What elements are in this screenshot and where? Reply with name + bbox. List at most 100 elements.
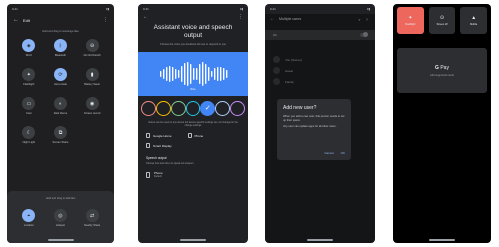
tile-label: Location	[23, 224, 34, 227]
status-time: 9:41	[12, 7, 18, 11]
tile-wi-fi[interactable]: ◈ Wi-Fi	[13, 39, 45, 57]
status-icons: ▾▮	[105, 7, 109, 11]
tile-label: Nearby Share	[84, 224, 101, 227]
waveform-bar	[199, 63, 201, 84]
more-options-icon[interactable]: ⋮	[103, 17, 108, 23]
device-phone[interactable]: Phone	[187, 133, 203, 139]
qs-tile-flashlight[interactable]: ✦ Flashlight	[397, 7, 424, 34]
waveform-bar	[211, 70, 213, 77]
device-list: Google Home Phone	[138, 133, 248, 139]
more-options-icon[interactable]: ⋮	[238, 14, 243, 22]
tile-label: Screen off	[436, 23, 448, 26]
tile-hotspot[interactable]: ◎ Hotspot	[45, 209, 77, 227]
color-swatch[interactable]	[185, 100, 201, 116]
screen-off-icon: ⊙	[439, 15, 445, 21]
tile-label: Cast	[26, 112, 32, 115]
tile-bluetooth[interactable]: ᛒ Bluetooth	[45, 39, 77, 57]
tile-flashlight[interactable]: ✦ Flashlight	[13, 68, 45, 86]
tile-screen-share[interactable]: ⧉ Screen Share	[45, 126, 77, 144]
voice-waveform-icon	[160, 61, 228, 86]
assistant-voice-screen: 9:41 ▾▮ ← ⋮ Assistant voice and speech o…	[138, 4, 248, 243]
voice-preview-panel[interactable]: Blue	[138, 51, 248, 96]
status-icons: ▾▮	[239, 7, 243, 11]
tile-auto-rotate[interactable]: ⟳ Auto-rotate	[45, 68, 77, 86]
tile-label: Screen Share	[52, 141, 69, 144]
color-swatch-selected[interactable]: ✓	[200, 100, 216, 116]
hotspot-icon: ◎	[53, 209, 67, 222]
gesture-nav-bar[interactable]	[307, 239, 333, 241]
waveform-bar	[172, 66, 174, 81]
page-title: Assistant voice and speech output	[153, 24, 233, 39]
google-pay-logo: G Pay	[435, 64, 449, 71]
flashlight-icon: ✦	[408, 15, 413, 21]
tile-label: Wi-Fi	[25, 54, 32, 57]
phone-icon	[187, 133, 192, 139]
quick-settings-edit-screen: 9:41 ▾▮ ← Edit ⋮ Hold and drag to rearra…	[7, 4, 114, 243]
device-google-home[interactable]: Google Home	[146, 133, 172, 139]
color-swatch[interactable]	[141, 100, 156, 116]
ok-button[interactable]: OK	[341, 151, 345, 155]
waveform-bar	[223, 67, 225, 80]
waveform-bar	[226, 69, 228, 78]
tile-screen-record[interactable]: ◉ Screen record	[76, 97, 108, 115]
waveform-bar	[193, 67, 195, 80]
back-arrow-icon[interactable]: ←	[143, 14, 148, 22]
waveform-bar	[163, 68, 165, 79]
cancel-button[interactable]: Cancel	[324, 151, 333, 155]
tile-nearby-share[interactable]: ⇄ Nearby Share	[76, 209, 108, 227]
tile-do-not-disturb[interactable]: ⊖ Do Not Disturb	[76, 39, 108, 57]
add-tiles-hint: Hold and drag to add tiles	[45, 197, 76, 200]
tile-label: Flashlight	[405, 23, 416, 26]
speech-output-heading: Speech output	[146, 156, 167, 161]
tile-label: Auto-rotate	[54, 83, 67, 86]
speaker-icon	[146, 133, 150, 139]
battery-icon: ▮	[85, 68, 99, 81]
waveform-bar	[208, 66, 210, 81]
page-title: Edit	[23, 17, 30, 23]
dialog-body-1: When you add a new user, that person nee…	[283, 115, 345, 122]
tile-dark-theme[interactable]: ◐ Dark theme	[45, 97, 77, 115]
available-tiles-grid: ⌖ Location ◎ Hotspot ⇄ Nearby Share	[7, 209, 114, 227]
waveform-bar	[181, 65, 183, 82]
location-icon: ⌖	[22, 209, 36, 222]
rotate-icon: ⟳	[53, 68, 67, 81]
pay-card[interactable]: G Pay Add supported cards	[397, 48, 487, 93]
multiple-users-screen: 9:41 ▾▮ ← Multiple users ⌕ ? On You (Own…	[265, 4, 375, 243]
color-swatch[interactable]	[215, 100, 231, 116]
qs-tile-screen-off[interactable]: ⊙ Screen off	[428, 7, 456, 34]
status-time: 9:41	[270, 7, 276, 11]
gesture-nav-bar[interactable]	[429, 239, 455, 241]
top-actions: ← ⋮	[138, 14, 248, 22]
color-swatch[interactable]	[155, 100, 171, 116]
status-bar: 9:41 ▾▮	[265, 4, 375, 14]
tile-location[interactable]: ⌖ Location	[13, 209, 45, 227]
tile-label: Dark theme	[53, 112, 68, 115]
waveform-bar	[178, 69, 180, 78]
waveform-bar	[217, 66, 219, 81]
voice-name: Blue	[190, 87, 196, 91]
status-time: 9:41	[143, 7, 149, 11]
screen-record-icon: ◉	[85, 97, 99, 110]
tile-cast[interactable]: ▭ Cast	[13, 97, 45, 115]
qs-tile-mobile[interactable]: ▲ Mobile	[460, 7, 488, 34]
tile-battery-saver[interactable]: ▮ Battery Saver	[76, 68, 108, 86]
device-smart-display[interactable]: Smart Display	[138, 143, 248, 149]
voice-color-picker: ✓	[138, 100, 248, 116]
quick-settings-pay-screen: ✦ Flashlight ⊙ Screen off ▲ Mobile G Pay Add …	[393, 4, 491, 243]
color-swatch[interactable]	[170, 100, 186, 116]
gesture-nav-bar[interactable]	[47, 239, 74, 241]
speech-output-phone-item[interactable]: Phone Default	[138, 171, 248, 178]
add-user-dialog: Add new user? When you add a new user, t…	[277, 99, 351, 160]
phone-item-subtitle: Default	[154, 175, 162, 179]
gesture-nav-bar[interactable]	[180, 239, 206, 241]
waveform-bar	[214, 67, 216, 80]
tile-night-light[interactable]: ☾ Night Light	[13, 126, 45, 144]
tile-label: Do Not Disturb	[83, 54, 101, 57]
screen-share-icon: ⧉	[53, 126, 67, 139]
wifi-icon: ◈	[22, 39, 36, 52]
waveform-bar	[175, 68, 177, 79]
rearrange-hint: Hold and drag to rearrange tiles	[42, 30, 79, 33]
tile-label: Bluetooth	[55, 54, 66, 57]
waveform-bar	[196, 67, 198, 80]
color-swatch[interactable]	[230, 100, 246, 116]
